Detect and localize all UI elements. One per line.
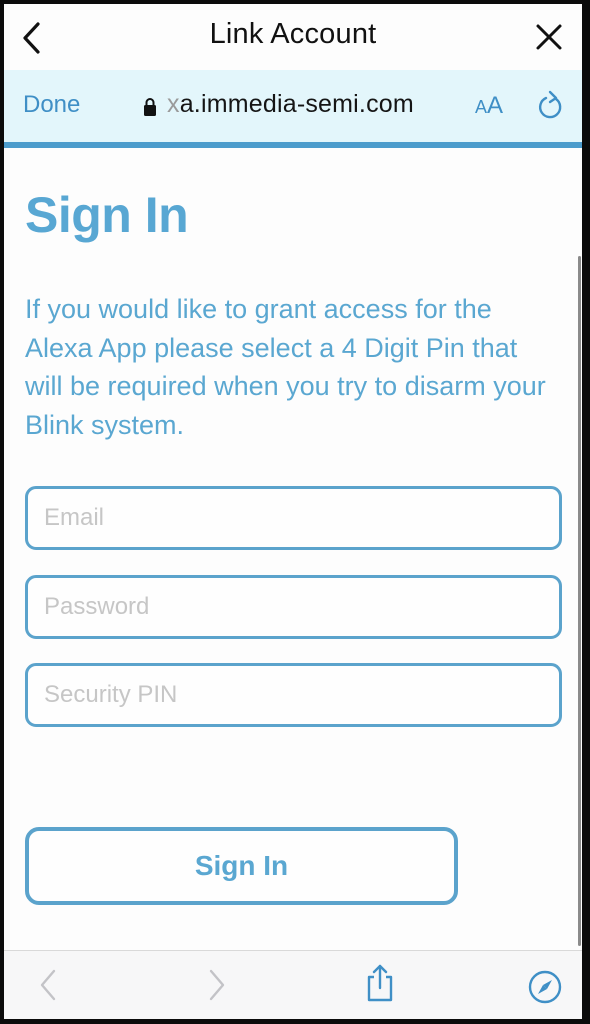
share-icon [367, 964, 393, 1002]
chevron-left-icon [40, 969, 56, 1001]
page-title: Link Account [209, 18, 377, 50]
vertical-scrollbar[interactable] [578, 256, 581, 946]
email-field[interactable] [25, 486, 562, 550]
sign-in-heading: Sign In [25, 187, 189, 243]
sign-in-button[interactable]: Sign In [25, 827, 458, 905]
email-input[interactable] [28, 489, 559, 547]
webview-screen: Link Account Done xa.immedia-semi.com AA… [4, 4, 582, 1019]
reload-icon [538, 90, 562, 119]
password-input[interactable] [28, 578, 559, 636]
password-field[interactable] [25, 575, 562, 639]
url-address[interactable]: xa.immedia-semi.com [167, 90, 414, 119]
security-pin-input[interactable] [28, 666, 559, 724]
security-pin-field[interactable] [25, 663, 562, 727]
lock-icon [144, 98, 156, 116]
text-size-small: A [475, 97, 488, 117]
page-content: Sign In If you would like to grant acces… [4, 148, 582, 950]
toolbar-share-button[interactable] [362, 963, 398, 1002]
text-size-button[interactable]: AA [475, 92, 503, 120]
toolbar-back-button[interactable] [32, 967, 68, 1003]
toolbar-forward-button[interactable] [199, 967, 235, 1003]
top-header: Link Account [4, 4, 582, 70]
text-size-big: A [487, 92, 504, 119]
toolbar-compass-button[interactable] [527, 969, 563, 1005]
url-faded-prefix: x [167, 90, 180, 118]
reload-button[interactable] [537, 90, 565, 122]
browser-toolbar [4, 950, 582, 1019]
compass-icon [528, 970, 562, 1004]
close-icon [536, 24, 562, 50]
url-bar: Done xa.immedia-semi.com AA [4, 70, 582, 142]
chevron-right-icon [209, 969, 225, 1001]
description-text: If you would like to grant access for th… [25, 294, 546, 440]
close-button[interactable] [534, 22, 564, 52]
done-button[interactable]: Done [23, 91, 80, 119]
url-text: a.immedia-semi.com [179, 90, 414, 118]
